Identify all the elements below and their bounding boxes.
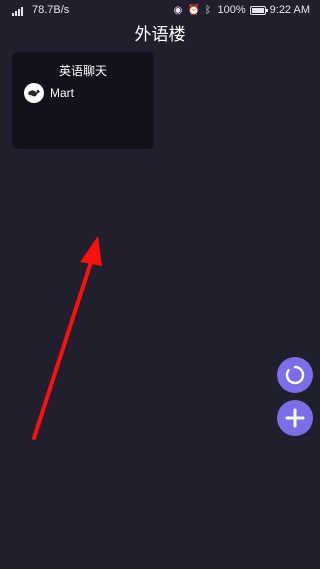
status-right: ◉ ⏰ ᛒ 100% 9:22 AM (173, 4, 310, 16)
battery-percent: 100% (217, 4, 246, 16)
bluetooth-icon: ᛒ (205, 4, 211, 16)
alarm-icon: ⏰ (187, 4, 200, 16)
page-title: 外语楼 (134, 25, 186, 44)
add-room-button[interactable] (277, 400, 313, 436)
battery-icon (249, 5, 268, 15)
signal-icon (12, 5, 26, 16)
avatar (24, 83, 44, 103)
member-item: Mart (24, 83, 74, 103)
refresh-icon (285, 365, 305, 385)
member-name: Mart (50, 86, 74, 100)
plus-icon (285, 408, 305, 428)
clock: 9:22 AM (269, 4, 310, 16)
room-name: 英语聊天 (58, 64, 107, 78)
status-bar: 78.7B/s ◉ ⏰ ᛒ 100% 9:22 AM (0, 0, 320, 22)
network-speed: 78.7B/s (32, 4, 70, 16)
status-left: 78.7B/s (12, 4, 69, 16)
eye-icon: ◉ (173, 4, 183, 16)
refresh-button[interactable] (277, 357, 313, 393)
avatar-icon (25, 84, 43, 102)
room-card[interactable]: 英语聊天 Mart (12, 52, 154, 149)
